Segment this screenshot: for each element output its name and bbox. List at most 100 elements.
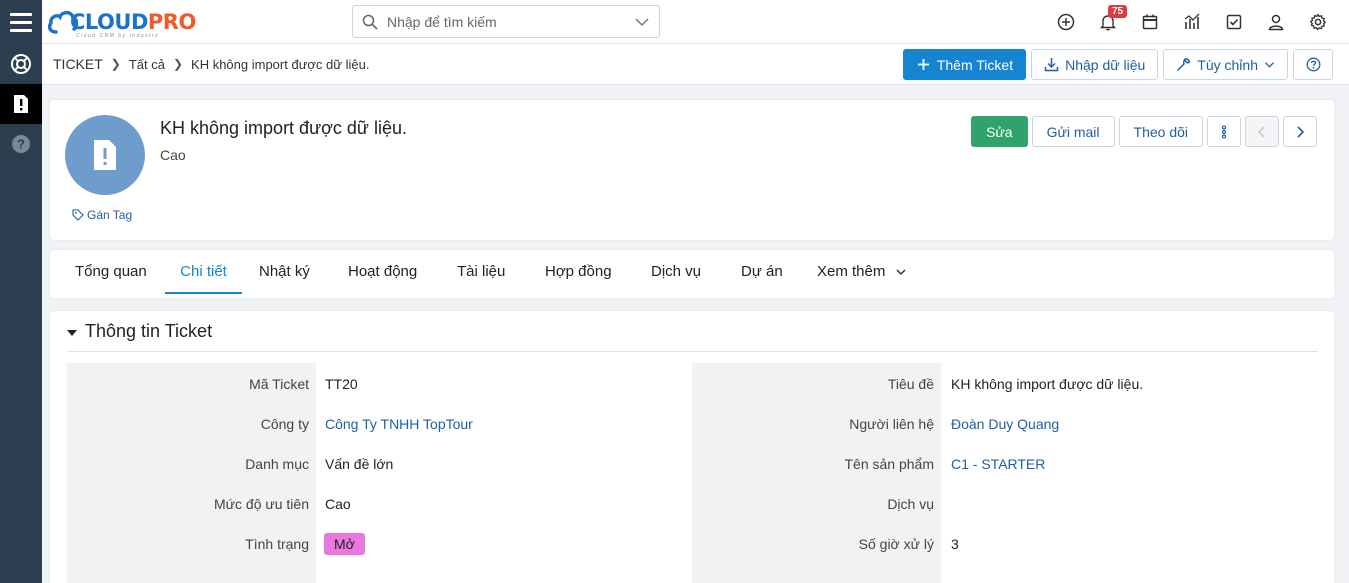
field-label-service: Dịch vụ xyxy=(887,496,934,512)
tag-icon xyxy=(72,209,84,221)
download-icon xyxy=(1044,58,1059,72)
chevron-down-icon xyxy=(896,269,906,276)
help-button[interactable] xyxy=(1293,49,1333,80)
chevron-right-icon: ❯ xyxy=(110,57,121,71)
field-value-product[interactable]: C1 - STARTER xyxy=(951,456,1045,472)
chart-icon[interactable] xyxy=(1171,0,1213,44)
field-value-subject: KH không import được dữ liệu. xyxy=(951,376,1144,392)
tab-services[interactable]: Dịch vụ xyxy=(651,250,701,294)
logo-tagline: Cloud CRM by Industry xyxy=(76,33,160,39)
tab-overview[interactable]: Tổng quan xyxy=(75,250,147,294)
top-icon-group: 75 xyxy=(1045,0,1339,44)
tab-documents[interactable]: Tài liệu xyxy=(457,250,505,294)
customize-label: Tùy chỉnh xyxy=(1197,56,1258,73)
customize-button[interactable]: Tùy chỉnh xyxy=(1163,49,1288,80)
tab-log[interactable]: Nhật ký xyxy=(259,250,310,294)
top-bar: CLOUDPRO Cloud CRM by Industry 75 xyxy=(0,0,1349,44)
plus-icon xyxy=(917,59,929,70)
record-priority: Cao xyxy=(160,147,186,163)
field-value-ticket-id: TT20 xyxy=(325,376,358,392)
tab-more[interactable]: Xem thêm xyxy=(817,250,907,294)
add-circle-icon[interactable] xyxy=(1045,0,1087,44)
more-vertical-icon xyxy=(1221,124,1227,139)
field-label-company: Công ty xyxy=(260,416,309,432)
task-check-icon[interactable] xyxy=(1213,0,1255,44)
caret-down-icon xyxy=(67,329,77,336)
lifebuoy-icon xyxy=(11,54,31,74)
wrench-icon xyxy=(1177,58,1191,71)
field-label-contact: Người liên hệ xyxy=(849,416,934,432)
logo-text: CLOUDPRO xyxy=(70,10,196,34)
menu-icon[interactable] xyxy=(0,0,42,44)
search-input[interactable] xyxy=(387,12,627,32)
record-header: Gán Tag KH không import được dữ liệu. Ca… xyxy=(50,100,1334,240)
help-icon: ? xyxy=(12,135,30,153)
gear-icon[interactable] xyxy=(1297,0,1339,44)
search-icon xyxy=(362,14,378,30)
previous-record-button[interactable] xyxy=(1245,116,1279,147)
notification-badge: 75 xyxy=(1108,5,1128,18)
import-data-button[interactable]: Nhập dữ liệu xyxy=(1031,49,1159,80)
field-label-priority: Mức độ ưu tiên xyxy=(213,496,309,512)
field-value-company[interactable]: Công Ty TNHH TopTour xyxy=(325,416,473,432)
section-title: Thông tin Ticket xyxy=(85,321,213,341)
field-label-product: Tên sản phẩm xyxy=(844,456,935,472)
breadcrumb-all[interactable]: Tất cả xyxy=(129,57,165,72)
status-badge: Mở xyxy=(324,533,365,555)
edit-button[interactable]: Sửa xyxy=(971,116,1028,147)
svg-text:?: ? xyxy=(17,137,25,152)
sidebar-item-ticket[interactable] xyxy=(0,84,42,124)
avatar xyxy=(65,115,145,195)
follow-button[interactable]: Theo dõi xyxy=(1118,116,1203,147)
field-value-category: Vấn đề lớn xyxy=(325,456,394,472)
field-value-hours: 3 xyxy=(951,536,959,552)
bell-icon[interactable]: 75 xyxy=(1087,0,1129,44)
tab-more-label: Xem thêm xyxy=(817,263,886,280)
sidebar-item-support[interactable] xyxy=(0,44,42,84)
tab-projects[interactable]: Dự án xyxy=(741,250,783,294)
record-actions: Sửa Gửi mail Theo dõi xyxy=(971,116,1317,147)
ticket-file-icon xyxy=(94,140,116,170)
breadcrumb: TICKET ❯ Tất cả ❯ KH không import được d… xyxy=(53,56,369,72)
field-value-status: Mở xyxy=(324,533,365,555)
field-value-contact[interactable]: Đoàn Duy Quang xyxy=(951,416,1059,432)
tab-bar: Tổng quan Chi tiết Nhật ký Hoạt động Tài… xyxy=(50,250,1334,298)
breadcrumb-bar: TICKET ❯ Tất cả ❯ KH không import được d… xyxy=(42,44,1349,85)
assign-tag-link[interactable]: Gán Tag xyxy=(72,208,132,222)
tab-details[interactable]: Chi tiết xyxy=(165,250,242,294)
record-title: KH không import được dữ liệu. xyxy=(160,118,408,138)
chevron-down-icon xyxy=(1264,62,1275,68)
chevron-right-icon: ❯ xyxy=(172,57,184,71)
next-record-button[interactable] xyxy=(1283,116,1317,147)
assign-tag-label: Gán Tag xyxy=(87,208,133,222)
ticket-info-section: Thông tin Ticket Mã Ticket TT20 Công ty … xyxy=(50,311,1334,583)
tab-contracts[interactable]: Hợp đồng xyxy=(545,250,612,294)
breadcrumb-current: KH không import được dữ liệu. xyxy=(191,56,370,72)
add-ticket-label: Thêm Ticket xyxy=(936,56,1014,73)
import-data-label: Nhập dữ liệu xyxy=(1065,56,1146,73)
ticket-file-icon xyxy=(14,95,28,113)
divider xyxy=(67,351,1318,352)
logo[interactable]: CLOUDPRO Cloud CRM by Industry xyxy=(48,5,203,39)
field-label-ticket-id: Mã Ticket xyxy=(249,376,309,392)
breadcrumb-module[interactable]: TICKET xyxy=(53,56,103,72)
more-options-button[interactable] xyxy=(1207,116,1241,147)
sidebar: ? xyxy=(0,44,42,583)
chevron-left-icon xyxy=(1257,125,1265,138)
toolbar: Thêm Ticket Nhập dữ liệu Tùy chỉnh xyxy=(902,49,1333,80)
send-mail-button[interactable]: Gửi mail xyxy=(1031,116,1115,147)
user-icon[interactable] xyxy=(1255,0,1297,44)
sidebar-item-help[interactable]: ? xyxy=(0,124,42,164)
search-box[interactable] xyxy=(352,5,660,38)
tab-activities[interactable]: Hoạt động xyxy=(348,250,417,294)
field-label-category: Danh mục xyxy=(245,456,309,472)
field-label-hours: Số giờ xử lý xyxy=(858,536,934,552)
add-ticket-button[interactable]: Thêm Ticket xyxy=(902,49,1027,80)
field-label-subject: Tiêu đề xyxy=(887,376,934,392)
field-value-priority: Cao xyxy=(325,496,351,512)
section-header[interactable]: Thông tin Ticket xyxy=(67,321,212,342)
chevron-down-icon[interactable] xyxy=(635,16,649,28)
question-icon xyxy=(1306,57,1320,72)
chevron-right-icon xyxy=(1297,125,1305,138)
calendar-icon[interactable] xyxy=(1129,0,1171,44)
